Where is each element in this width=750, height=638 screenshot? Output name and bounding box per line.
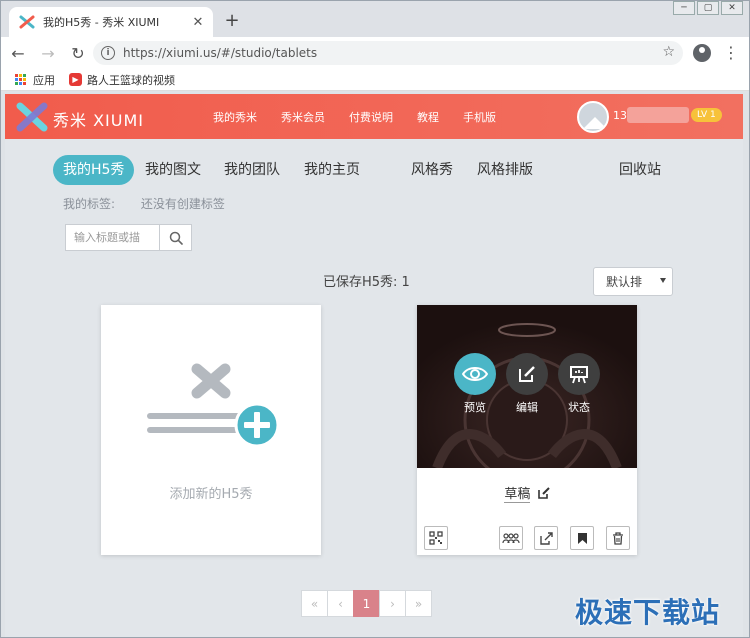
nav-tutorial[interactable]: 教程 (417, 109, 439, 125)
add-new-h5-card[interactable]: 添加新的H5秀 (101, 305, 321, 555)
chevron-down-icon (660, 278, 666, 283)
new-tab-button[interactable]: + (222, 11, 242, 31)
qrcode-button[interactable] (424, 526, 448, 550)
edit-icon (519, 366, 535, 382)
trash-icon (613, 531, 623, 545)
tab-style-layout[interactable]: 风格排版 (477, 155, 533, 185)
account-icon[interactable] (693, 44, 711, 62)
saved-count: 已保存H5秀: 1 (323, 275, 410, 290)
window-controls: ─ ▢ ✕ (673, 1, 743, 15)
status-label: 状态 (568, 401, 590, 414)
bookmark-video[interactable]: 路人王篮球的视频 (87, 72, 175, 88)
tags-empty-text[interactable]: 还没有创建标签 (141, 197, 225, 211)
page-next-button[interactable]: › (379, 590, 406, 617)
sort-select[interactable]: 默认排 (593, 267, 673, 296)
browser-titlebar: 我的H5秀 - 秀米 XIUMI ✕ + ─ ▢ ✕ (1, 1, 749, 37)
sort-value: 默认排 (606, 275, 643, 289)
draft-title[interactable]: 草稿 (417, 483, 637, 503)
bookmark-button[interactable] (570, 526, 594, 550)
tags-label: 我的标签: (63, 197, 116, 211)
tab-my-homepage[interactable]: 我的主页 (304, 155, 360, 185)
nav-mobile[interactable]: 手机版 (463, 109, 496, 125)
add-h5-illustration-icon (147, 363, 280, 448)
url-text: https://xiumi.us/#/studio/tablets (123, 46, 318, 60)
main-nav: 我的秀米 秀米会员 付费说明 教程 手机版 (213, 109, 496, 125)
share-team-button[interactable] (499, 526, 523, 550)
forward-icon[interactable]: → (35, 40, 61, 66)
tab-close-icon[interactable]: ✕ (189, 13, 207, 31)
avatar[interactable] (577, 101, 609, 133)
bookmark-star-icon[interactable]: ☆ (662, 44, 675, 60)
export-button[interactable] (534, 526, 558, 550)
tab-title: 我的H5秀 - 秀米 XIUMI (43, 16, 160, 29)
draft-title-text: 草稿 (504, 487, 531, 503)
nav-pricing[interactable]: 付费说明 (349, 109, 393, 125)
nav-membership[interactable]: 秀米会员 (281, 109, 325, 125)
tab-my-h5[interactable]: 我的H5秀 (53, 155, 135, 185)
bookmark-apps[interactable]: 应用 (33, 72, 55, 88)
status-easel-icon (570, 366, 588, 384)
pagination: « ‹ 1 › » (301, 590, 432, 617)
page-last-button[interactable]: » (405, 590, 432, 617)
preview-label: 预览 (464, 401, 486, 414)
bookmark-icon (577, 532, 587, 544)
tab-recycle-bin[interactable]: 回收站 (619, 155, 661, 185)
qrcode-icon (429, 531, 443, 545)
edit-label: 编辑 (516, 401, 538, 414)
site-info-icon[interactable]: i (101, 46, 115, 60)
page-content: 秀米 XIUMI 我的秀米 秀米会员 付费说明 教程 手机版 13 LV 1 我… (5, 94, 743, 637)
edit-button[interactable] (506, 353, 548, 395)
logo-text[interactable]: 秀米 XIUMI (53, 107, 144, 131)
page-current-button[interactable]: 1 (353, 590, 380, 617)
tab-my-team[interactable]: 我的团队 (224, 155, 280, 185)
search-input[interactable] (66, 225, 160, 250)
video-site-icon: ▶ (69, 73, 82, 86)
eye-icon (462, 367, 488, 381)
xiumi-favicon-icon (19, 15, 35, 29)
delete-button[interactable] (606, 526, 630, 550)
search-box (65, 224, 192, 251)
back-icon[interactable]: ← (5, 40, 31, 66)
tag-row: 我的标签: 还没有创建标签 (63, 195, 225, 212)
browser-tab[interactable]: 我的H5秀 - 秀米 XIUMI ✕ (9, 7, 213, 37)
add-new-h5-label: 添加新的H5秀 (169, 487, 253, 502)
level-badge: LV 1 (691, 108, 722, 122)
rename-icon[interactable] (537, 487, 550, 499)
export-icon (539, 531, 553, 545)
browser-menu-icon[interactable]: ⋮ (723, 43, 739, 63)
username[interactable]: 13 (613, 109, 627, 122)
h5-thumbnail[interactable]: 预览 编辑 状态 (417, 305, 637, 468)
tab-style-show[interactable]: 风格秀 (411, 155, 453, 185)
nav-my-xiumi[interactable]: 我的秀米 (213, 109, 257, 125)
username-redacted (627, 107, 689, 123)
browser-window: 我的H5秀 - 秀米 XIUMI ✕ + ─ ▢ ✕ ← → ↻ i https… (0, 0, 750, 638)
page-prev-button[interactable]: ‹ (327, 590, 354, 617)
search-button[interactable] (160, 225, 191, 250)
apps-grid-icon (15, 73, 27, 86)
preview-button[interactable] (454, 353, 496, 395)
h5-work-card: 预览 编辑 状态 草稿 (417, 305, 637, 555)
close-window-icon[interactable]: ✕ (721, 1, 743, 15)
site-header: 秀米 XIUMI 我的秀米 秀米会员 付费说明 教程 手机版 13 LV 1 (5, 94, 743, 139)
browser-toolbar: ← → ↻ i https://xiumi.us/#/studio/tablet… (1, 37, 749, 69)
address-bar[interactable]: i https://xiumi.us/#/studio/tablets ☆ (93, 41, 683, 65)
page-first-button[interactable]: « (301, 590, 328, 617)
team-icon (502, 533, 520, 544)
bookmarks-bar: 应用 ▶ 路人王篮球的视频 (1, 69, 749, 91)
watermark: 极速下载站 (575, 596, 721, 629)
xiumi-logo-icon[interactable] (15, 102, 49, 132)
tab-my-articles[interactable]: 我的图文 (145, 155, 201, 185)
reload-icon[interactable]: ↻ (65, 40, 91, 66)
maximize-icon[interactable]: ▢ (697, 1, 719, 15)
minimize-icon[interactable]: ─ (673, 1, 695, 15)
search-icon (169, 231, 183, 245)
status-button[interactable] (558, 353, 600, 395)
